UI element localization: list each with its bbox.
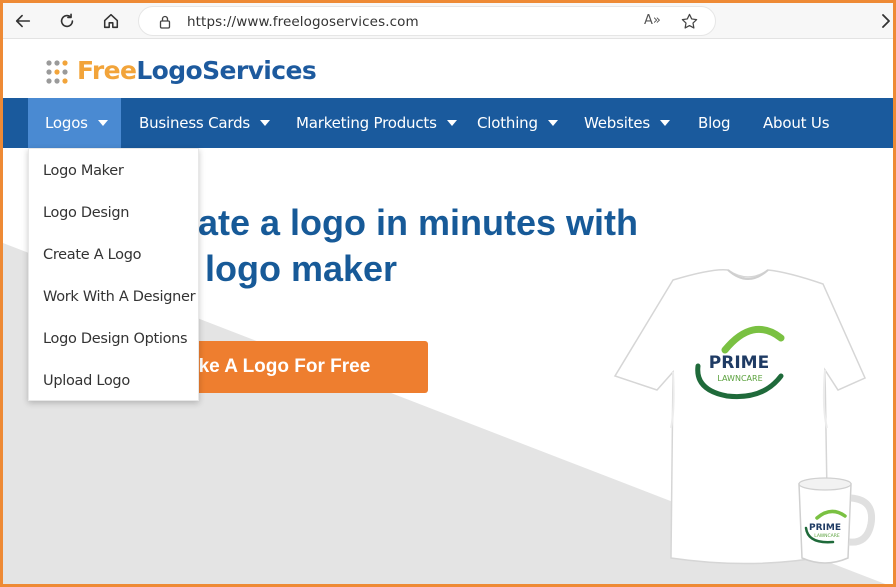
nav-label: Websites [584,114,651,132]
nav-label: Clothing [477,114,538,132]
caret-down-icon [446,120,457,126]
nav-item-websites[interactable]: Websites [584,98,671,148]
nav-item-about-us[interactable]: About Us [763,98,830,148]
nav-label: About Us [763,114,830,132]
dropdown-item-create-a-logo[interactable]: Create A Logo [43,247,142,263]
lock-icon[interactable] [157,14,173,30]
home-icon[interactable] [97,8,125,34]
tshirt-logo-text: PRIME [709,353,769,373]
mug-logo-subtext: LAWNCARE [814,533,840,539]
nav-item-business-cards[interactable]: Business Cards [139,98,271,148]
read-aloud-icon[interactable]: A» [644,13,661,28]
main-navbar: Logos Business Cards Marketing Products … [3,98,893,148]
caret-down-icon [547,120,558,126]
caret-down-icon [97,120,108,126]
logo-dots-icon[interactable] [45,59,73,85]
back-arrow-icon[interactable] [9,8,37,34]
caret-down-icon [660,120,671,126]
url-text[interactable]: https://www.freelogoservices.com [187,14,419,30]
nav-label: Marketing Products [296,114,437,132]
tshirt-logo-subtext: LAWNCARE [717,374,762,383]
chevron-right-icon[interactable] [879,12,893,30]
dropdown-item-logo-design[interactable]: Logo Design [43,205,129,221]
browser-toolbar: https://www.freelogoservices.com A» [3,3,893,39]
tshirt-mug-image: PRIME LAWNCARE PRIME LAWNCARE [613,268,876,565]
nav-item-clothing[interactable]: Clothing [477,98,558,148]
cta-label: ake A Logo For Free [188,356,371,377]
address-bar[interactable]: https://www.freelogoservices.com A» [138,6,716,36]
star-icon[interactable] [680,12,699,31]
dropdown-item-logo-maker[interactable]: Logo Maker [43,163,124,179]
mug-logo-text: PRIME [809,523,841,533]
dropdown-item-upload-logo[interactable]: Upload Logo [43,373,130,389]
dropdown-item-logo-design-options[interactable]: Logo Design Options [43,331,188,347]
browser-window: https://www.freelogoservices.com A» Free… [0,0,896,587]
nav-item-logos[interactable]: Logos [28,98,121,148]
caret-down-icon [260,120,271,126]
logo-text-free: Free [77,56,137,85]
nav-item-blog[interactable]: Blog [698,98,731,148]
site-logo[interactable]: FreeLogoServices [77,56,317,85]
nav-item-marketing-products[interactable]: Marketing Products [296,98,457,148]
site-header: FreeLogoServices [3,39,893,98]
nav-label: Logos [45,114,88,132]
logos-dropdown-menu: Logo Maker Logo Design Create A Logo Wor… [28,148,199,401]
refresh-icon[interactable] [53,8,81,34]
logo-text-services: LogoServices [136,56,317,85]
nav-label: Blog [698,114,731,132]
nav-label: Business Cards [139,114,251,132]
dropdown-item-work-with-a-designer[interactable]: Work With A Designer [43,289,196,305]
